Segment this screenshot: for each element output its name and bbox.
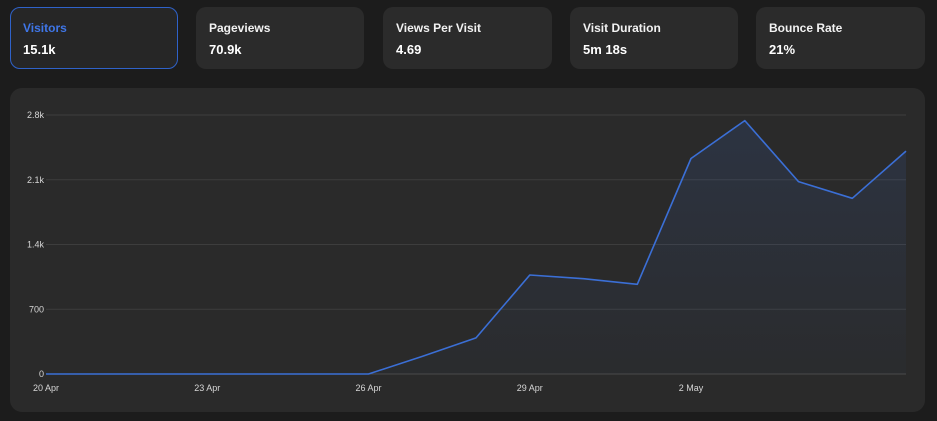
metric-card-visit-duration[interactable]: Visit Duration 5m 18s [570,7,738,69]
x-tick-label: 29 Apr [517,383,543,393]
series-area-fill [46,120,906,374]
metric-label: Visit Duration [583,21,661,35]
y-tick-label: 2.1k [27,175,45,185]
metric-cards: Visitors 15.1k Pageviews 70.9k Views Per… [10,7,925,69]
metric-card-bounce-rate[interactable]: Bounce Rate 21% [756,7,925,69]
metric-value: 70.9k [209,42,242,57]
analytics-dashboard: Visitors 15.1k Pageviews 70.9k Views Per… [0,0,937,421]
y-tick-label: 1.4k [27,240,45,250]
metric-value: 21% [769,42,796,57]
metric-label: Views Per Visit [396,21,481,35]
visitors-chart-panel: 0 700 1.4k 2.1k 2.8k 20 Apr 23 Apr 26 Apr 29 Ap… [10,88,925,412]
x-tick-label: 20 Apr [33,383,59,393]
visitors-area-chart: 0 700 1.4k 2.1k 2.8k 20 Apr 23 Apr 26 Apr 29 Ap… [27,110,907,393]
metric-value: 4.69 [396,42,422,57]
x-tick-label: 26 Apr [355,383,381,393]
x-tick-label: 2 May [679,383,704,393]
metric-card-pageviews[interactable]: Pageviews 70.9k [196,7,364,69]
metric-label: Pageviews [209,21,271,35]
metric-label: Visitors [23,21,67,35]
y-tick-label: 2.8k [27,110,45,120]
metric-value: 5m 18s [583,42,628,57]
metric-card-visitors[interactable]: Visitors 15.1k [10,7,178,69]
y-tick-label: 0 [39,369,44,379]
x-tick-label: 23 Apr [194,383,220,393]
metric-card-views-per-visit[interactable]: Views Per Visit 4.69 [383,7,552,69]
metric-label: Bounce Rate [769,21,843,35]
y-tick-label: 700 [29,304,44,314]
metric-value: 15.1k [23,42,56,57]
